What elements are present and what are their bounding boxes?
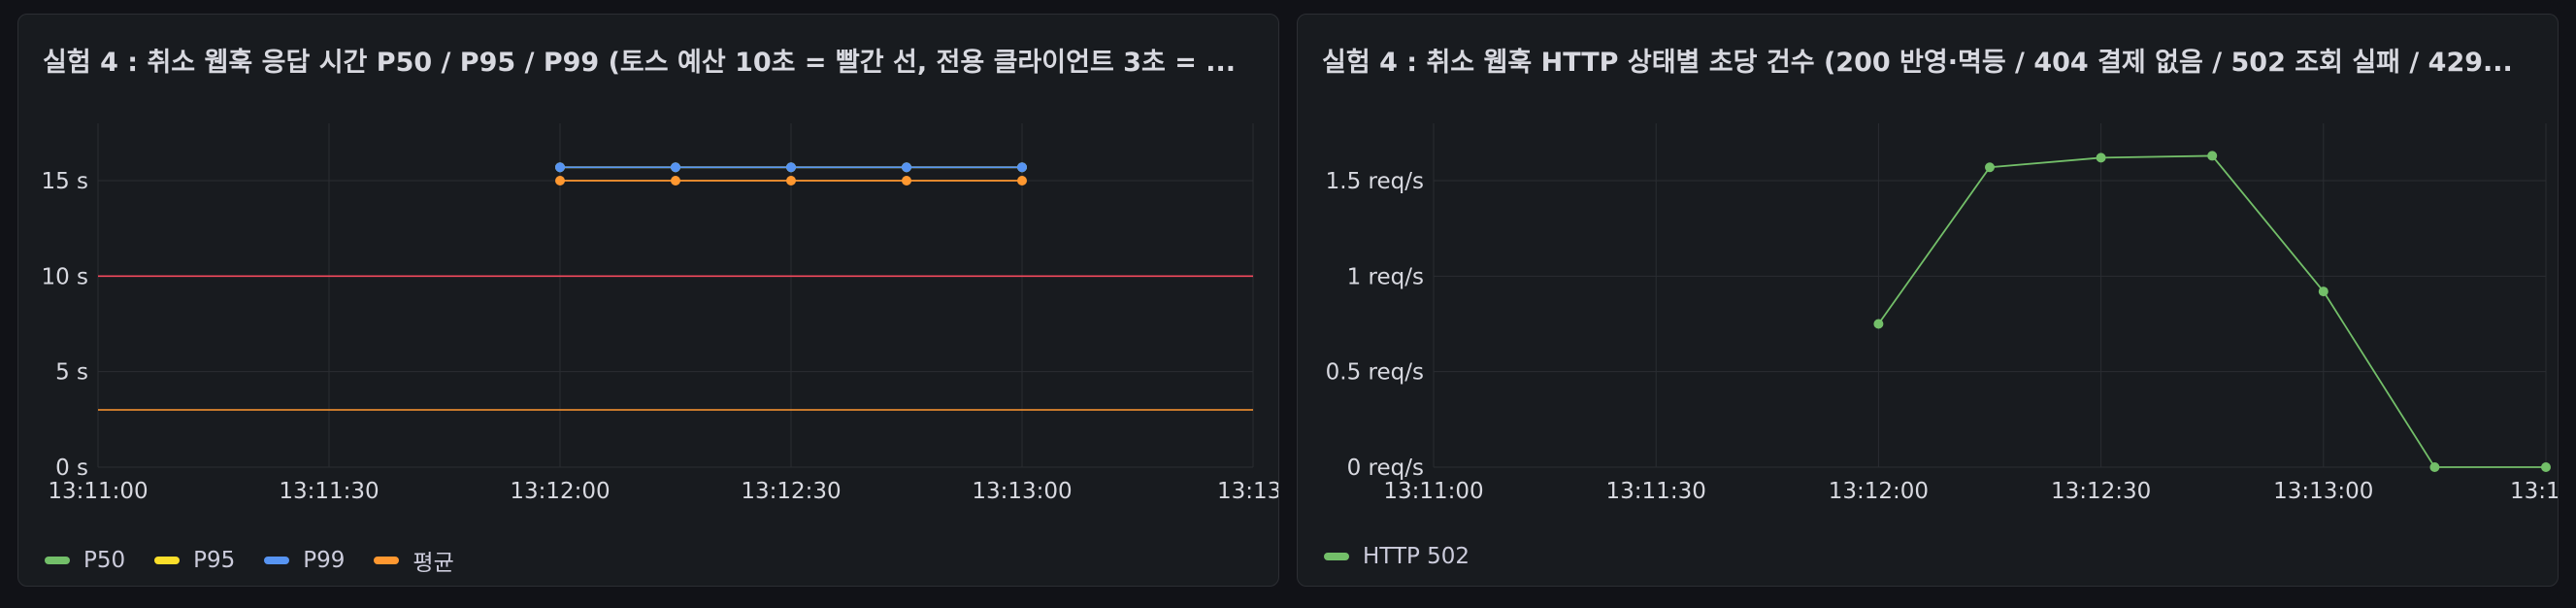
legend-label: P99 [303,548,346,573]
http-status-panel: 실험 4 : 취소 웹훅 HTTP 상태별 초당 건수 (200 반영·멱등 /… [1297,14,2559,587]
legend-item-p95[interactable]: P95 [154,544,235,577]
x-tick-label: 13:11:00 [1383,479,1483,504]
x-tick-label: 13:13:00 [972,479,1072,504]
y-tick-label: 0 s [55,456,88,481]
data-point [671,162,680,173]
x-tick-label: 13:13: [1217,479,1279,504]
data-point [2318,287,2328,297]
response-time-panel: 실험 4 : 취소 웹훅 응답 시간 P50 / P95 / P99 (토스 예… [17,14,1279,587]
data-point [1985,162,1995,173]
series-line [1877,154,2546,468]
legend-swatch [154,557,181,564]
data-point [2429,462,2440,472]
x-tick-label: 13:12:00 [1829,479,1929,504]
legend-swatch [264,557,290,564]
legend-label: P50 [83,548,126,573]
x-tick-label: 13:13: [2510,479,2559,504]
http-status-chart: 13:11:00 13:11:30 13:12:00 13:12:30 13:13:00… [1326,123,2559,504]
data-point [1017,162,1027,173]
x-tick-label: 13:12:00 [510,479,610,504]
x-tick-label: 13:11:00 [48,479,148,504]
y-tick-label: 0.5 req/s [1326,360,1424,386]
y-tick-label: 1.5 req/s [1326,169,1424,194]
chart-legend: P50 P95 P99 평균 [45,544,454,577]
data-point [786,176,796,186]
x-tick-label: 13:11:30 [279,479,379,504]
legend-item-p50[interactable]: P50 [45,544,125,577]
y-tick-label: 0 req/s [1347,456,1424,481]
data-point [786,162,796,173]
x-tick-label: 13:12:30 [741,479,841,504]
data-point [2096,152,2106,163]
legend-swatch [374,557,400,564]
y-tick-label: 10 s [41,264,88,289]
legend-label: P95 [193,548,236,573]
data-point [1017,176,1027,186]
x-tick-label: 13:11:30 [1606,479,1706,504]
data-point [555,162,565,173]
chart-legend: HTTP 502 [1324,544,1470,569]
y-tick-label: 5 s [55,360,88,386]
legend-label: 평균 [413,551,454,576]
data-point [671,176,680,186]
legend-item-mean[interactable]: 평균 [374,544,454,577]
data-point [2541,462,2551,472]
response-time-chart: 13:11:00 13:11:30 13:12:00 13:12:30 13:13:00… [41,123,1279,504]
legend-swatch [1324,553,1349,560]
data-point [2207,151,2218,161]
legend-swatch [45,557,70,564]
legend-item-p99[interactable]: P99 [264,544,345,577]
legend-label: HTTP 502 [1363,544,1470,569]
data-point [902,176,911,186]
y-tick-label: 1 req/s [1347,264,1424,289]
data-point [555,176,565,186]
x-tick-label: 13:12:30 [2051,479,2151,504]
data-point [1873,319,1884,329]
y-tick-label: 15 s [41,169,88,194]
data-point [902,162,911,173]
x-tick-label: 13:13:00 [2273,479,2373,504]
legend-item-http-502[interactable]: HTTP 502 [1324,544,1470,569]
